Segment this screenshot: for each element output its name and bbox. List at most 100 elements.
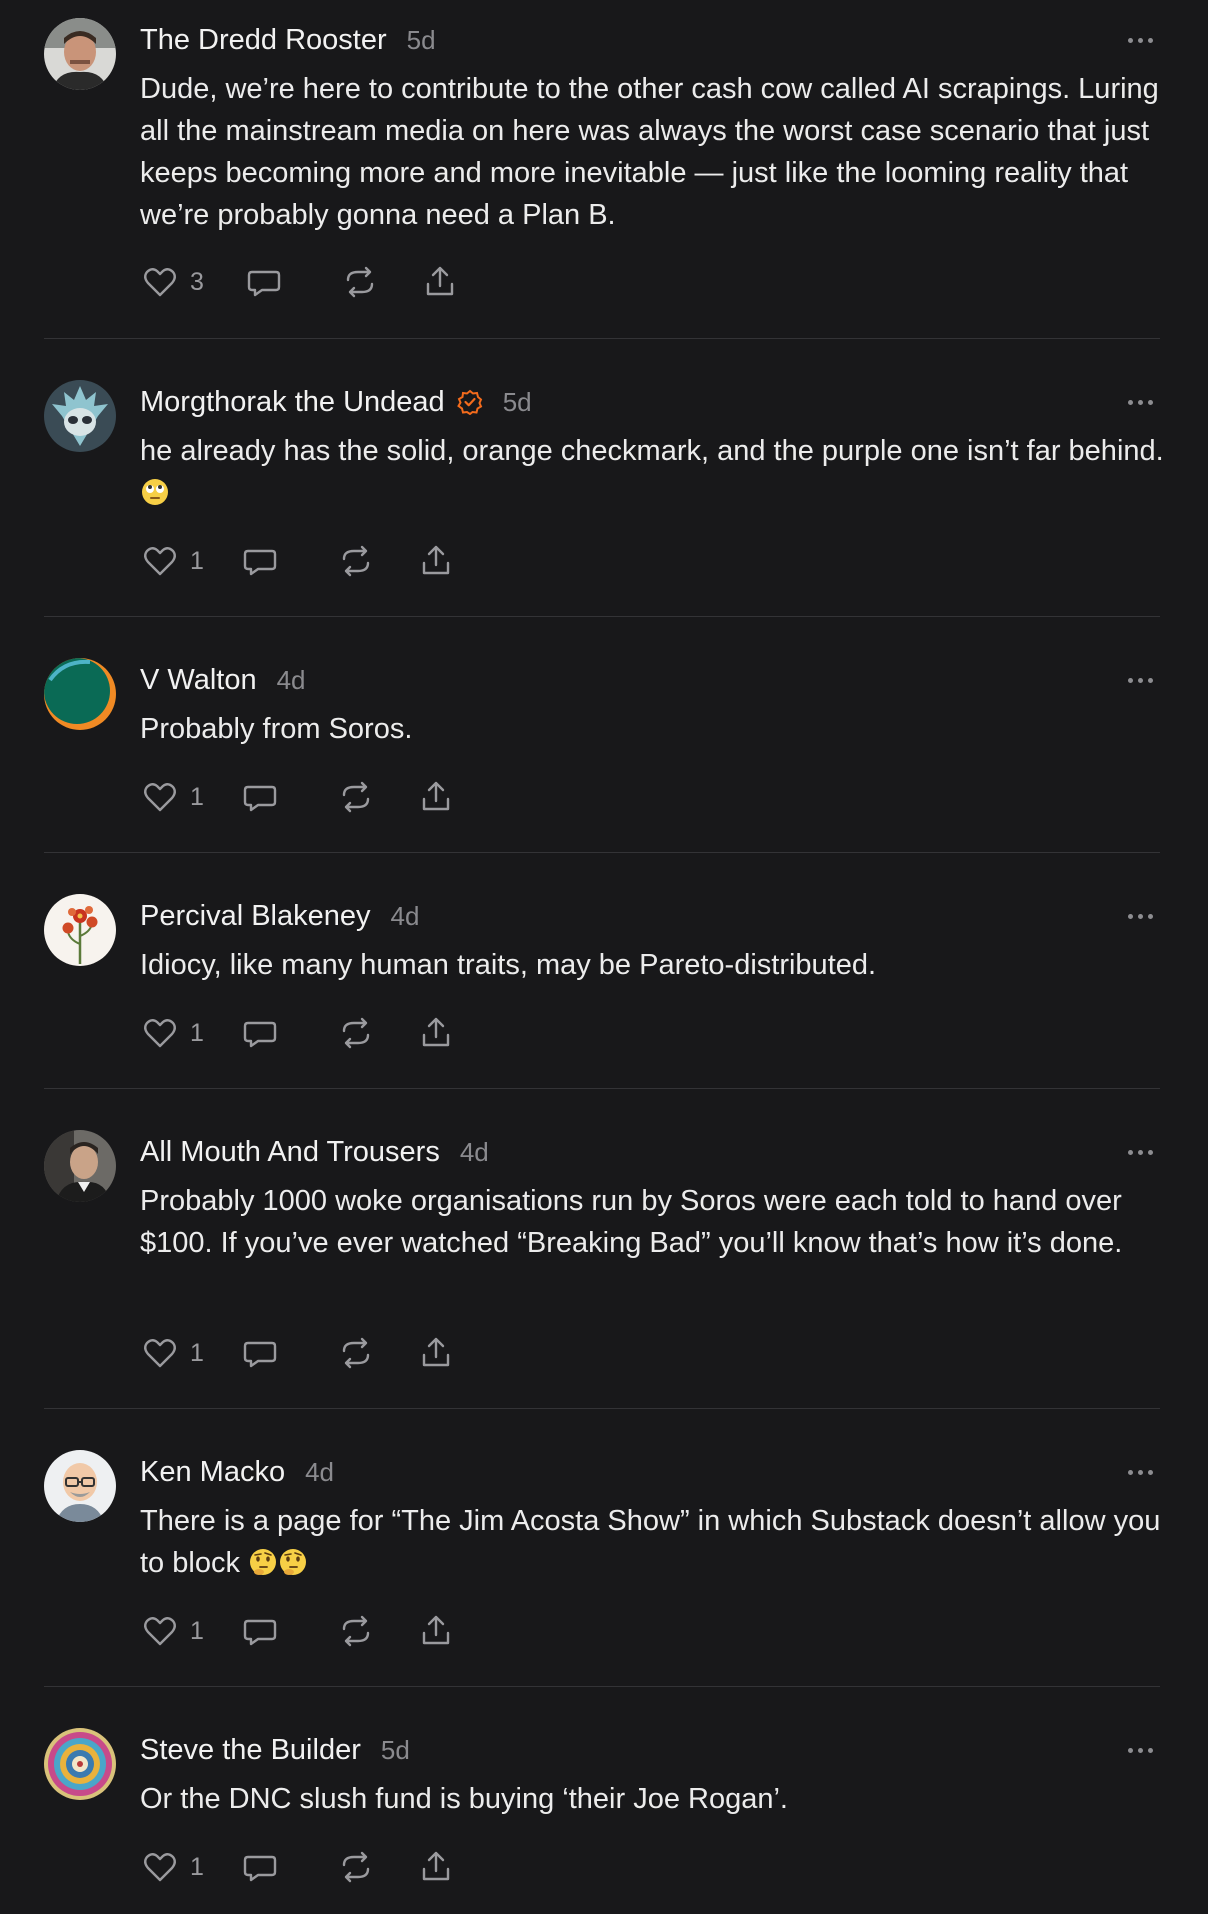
reply-button[interactable] (240, 1333, 280, 1373)
action-bar: 1 (140, 1847, 456, 1887)
red-flower-avatar-icon (44, 894, 116, 966)
restack-icon (342, 1851, 370, 1883)
share-button[interactable] (416, 1611, 456, 1651)
author-name[interactable]: Ken Macko (140, 1456, 285, 1489)
share-button[interactable] (420, 262, 460, 302)
comment-bubble-icon (243, 1021, 277, 1048)
thinking-face-emoji-icon (250, 1549, 277, 1575)
like-button[interactable]: 1 (140, 541, 210, 581)
more-options-icon[interactable] (1120, 670, 1160, 690)
share-button[interactable] (416, 541, 456, 581)
more-options-icon[interactable] (1120, 1142, 1160, 1162)
restack-button[interactable] (336, 1847, 376, 1887)
more-options-icon[interactable] (1120, 906, 1160, 926)
avatar[interactable] (44, 894, 116, 966)
like-button[interactable]: 1 (140, 1333, 210, 1373)
like-count: 3 (190, 267, 204, 296)
divider (44, 1088, 1160, 1089)
heart-icon (144, 783, 176, 812)
share-button[interactable] (416, 777, 456, 817)
restack-icon (342, 781, 370, 813)
like-count: 1 (190, 782, 204, 811)
share-button[interactable] (416, 1333, 456, 1373)
like-button[interactable]: 1 (140, 1013, 210, 1053)
timestamp[interactable]: 4d (277, 665, 306, 696)
author-name[interactable]: V Walton (140, 664, 257, 697)
timestamp[interactable]: 5d (503, 387, 532, 418)
timestamp[interactable]: 4d (460, 1137, 489, 1168)
more-options-icon[interactable] (1120, 1740, 1160, 1760)
share-icon (426, 266, 454, 296)
green-orange-circle-avatar-icon (44, 658, 116, 730)
share-button[interactable] (416, 1013, 456, 1053)
more-options-icon[interactable] (1120, 392, 1160, 412)
divider (44, 616, 1160, 617)
share-icon (422, 1017, 450, 1047)
timestamp[interactable]: 4d (391, 901, 420, 932)
more-options-icon[interactable] (1120, 1462, 1160, 1482)
comment-text: Probably 1000 woke organisations run by … (140, 1185, 1123, 1259)
like-button[interactable]: 3 (140, 262, 210, 302)
avatar[interactable] (44, 18, 116, 90)
avatar[interactable] (44, 1728, 116, 1800)
photo-avatar-man-icon (44, 18, 116, 90)
more-options-icon[interactable] (1120, 30, 1160, 50)
restack-icon (346, 266, 374, 298)
timestamp[interactable]: 5d (407, 25, 436, 56)
timestamp[interactable]: 4d (305, 1457, 334, 1488)
share-button[interactable] (416, 1847, 456, 1887)
avatar[interactable] (44, 1130, 116, 1202)
action-bar: 1 (140, 1013, 456, 1053)
share-icon (422, 1851, 450, 1881)
heart-icon (144, 1617, 176, 1646)
share-icon (422, 1615, 450, 1645)
like-count: 1 (190, 1852, 204, 1881)
share-icon (422, 1337, 450, 1367)
author-name[interactable]: Percival Blakeney (140, 900, 371, 933)
restack-icon (342, 1017, 370, 1049)
avatar[interactable] (44, 380, 116, 452)
comment-text: Probably from Soros. (140, 713, 413, 745)
author-name[interactable]: The Dredd Rooster (140, 24, 387, 57)
reply-button[interactable] (240, 1611, 280, 1651)
like-button[interactable]: 1 (140, 1847, 210, 1887)
author-name[interactable]: Steve the Builder (140, 1734, 361, 1767)
like-count: 1 (190, 1338, 204, 1367)
restack-button[interactable] (336, 541, 376, 581)
reply-button[interactable] (240, 1847, 280, 1887)
heart-icon (144, 1339, 176, 1368)
comment-text: Or the DNC slush fund is buying ‘their J… (140, 1783, 788, 1815)
restack-button[interactable] (336, 777, 376, 817)
action-bar: 3 (140, 262, 460, 302)
reply-button[interactable] (244, 262, 284, 302)
restack-icon (342, 1615, 370, 1647)
restack-button[interactable] (336, 1611, 376, 1651)
timestamp[interactable]: 5d (381, 1735, 410, 1766)
restack-icon (342, 545, 370, 577)
author-name[interactable]: All Mouth And Trousers (140, 1136, 440, 1169)
comment-text: Dude, we’re here to contribute to the ot… (140, 73, 1159, 231)
divider (44, 1408, 1160, 1409)
reply-button[interactable] (240, 1013, 280, 1053)
restack-button[interactable] (336, 1333, 376, 1373)
avatar[interactable] (44, 1450, 116, 1522)
divider (44, 338, 1160, 339)
reply-button[interactable] (240, 777, 280, 817)
like-button[interactable]: 1 (140, 1611, 210, 1651)
restack-button[interactable] (340, 262, 380, 302)
action-bar: 1 (140, 541, 456, 581)
comment-text: he already has the solid, orange checkma… (140, 430, 1180, 514)
restack-button[interactable] (336, 1013, 376, 1053)
heart-icon (144, 547, 176, 576)
comment-bubble-icon (243, 1619, 277, 1646)
eye-roll-emoji-icon (142, 479, 168, 505)
divider (44, 852, 1160, 853)
comment-text-content: he already has the solid, orange checkma… (140, 435, 1164, 467)
action-bar: 1 (140, 1611, 456, 1651)
reply-button[interactable] (240, 541, 280, 581)
action-bar: 1 (140, 777, 456, 817)
share-icon (422, 781, 450, 811)
avatar[interactable] (44, 658, 116, 730)
author-name[interactable]: Morgthorak the Undead (140, 386, 445, 419)
like-button[interactable]: 1 (140, 777, 210, 817)
